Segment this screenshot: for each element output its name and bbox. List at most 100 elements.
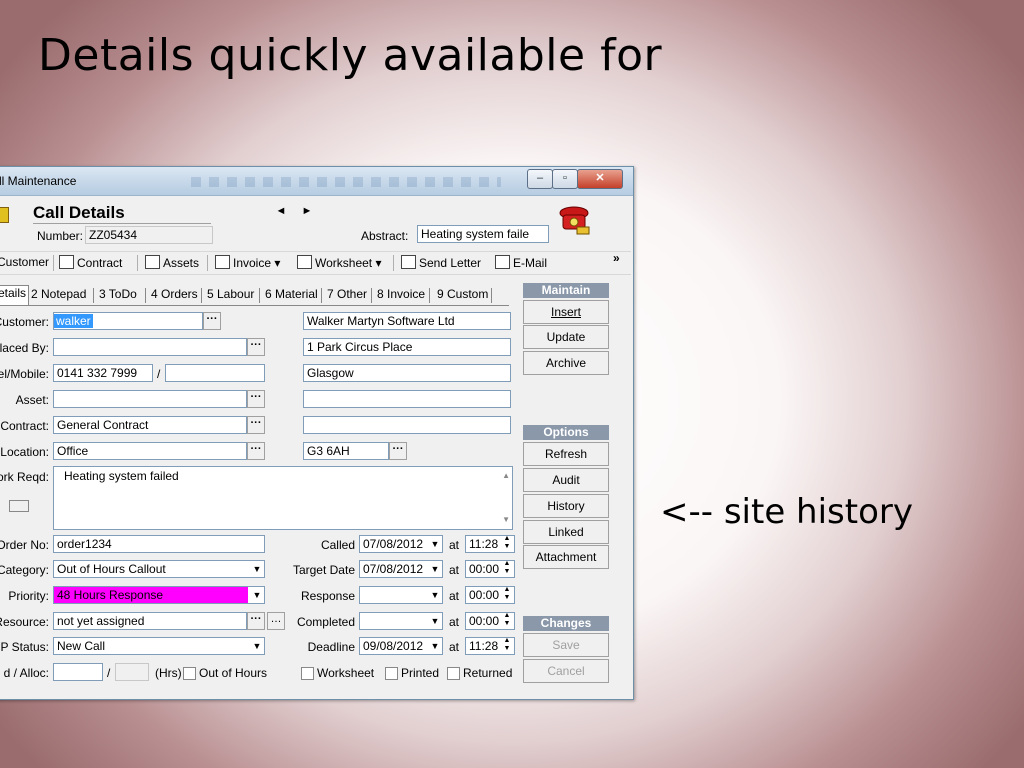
target-date-label: Target Date <box>292 563 355 577</box>
tab-labour[interactable]: 5 Labour <box>207 287 254 301</box>
status-dropdown-icon[interactable]: ▼ <box>249 638 265 654</box>
attachment-button[interactable]: Attachment <box>523 545 609 569</box>
toolbar-worksheet-button[interactable]: Worksheet ▾ <box>297 255 382 270</box>
scroll-down-icon[interactable]: ▼ <box>502 513 510 527</box>
category-dropdown-icon[interactable]: ▼ <box>249 561 265 577</box>
deadline-time-spinner-icon[interactable]: ▲ ▼ <box>501 637 513 655</box>
location-field[interactable]: Office <box>53 442 247 460</box>
audit-button-label: Audit <box>552 473 580 487</box>
previous-record-button[interactable]: ◄ <box>273 205 289 217</box>
priority-dropdown-icon[interactable]: ▼ <box>249 587 265 603</box>
window-titlebar[interactable]: ll Maintenance – ▫ ✕ <box>0 167 633 196</box>
address-line-4[interactable] <box>303 390 511 408</box>
tab-orders[interactable]: 4 Orders <box>151 287 198 301</box>
deadline-date-dropdown-icon[interactable]: ▼ <box>427 638 443 654</box>
toolbar-contract-button[interactable]: Contract <box>59 255 122 270</box>
tab-invoice[interactable]: 8 Invoice <box>377 287 425 301</box>
target-date-dropdown-icon[interactable]: ▼ <box>427 561 443 577</box>
category-select[interactable]: Out of Hours Callout <box>53 560 265 578</box>
scroll-up-icon[interactable]: ▲ <box>502 469 510 483</box>
telephone-icon <box>559 206 590 235</box>
completed-time-spinner-icon[interactable]: ▲ ▼ <box>501 612 513 630</box>
next-record-button[interactable]: ► <box>299 205 315 217</box>
called-at-label: at <box>449 538 460 552</box>
update-button-label: Update <box>546 330 586 344</box>
toolbar-customer-button[interactable]: Customer <box>0 255 49 269</box>
postcode-lookup-button[interactable]: ··· <box>389 442 407 460</box>
asset-lookup-button[interactable]: ··· <box>247 390 265 408</box>
work-reqd-textarea[interactable]: Heating system failed ▲ ▼ <box>53 466 513 530</box>
archive-button[interactable]: Archive <box>523 351 609 375</box>
order-no-field[interactable]: order1234 <box>53 535 265 553</box>
postcode-field[interactable]: G3 6AH <box>303 442 389 460</box>
address-line-3[interactable]: Glasgow <box>303 364 511 382</box>
linked-button[interactable]: Linked <box>523 520 609 544</box>
customer-field[interactable]: walker <box>53 312 203 330</box>
close-button[interactable]: ✕ <box>577 169 623 189</box>
location-lookup-button[interactable]: ··· <box>247 442 265 460</box>
category-label: Category: <box>0 563 49 577</box>
tab-other[interactable]: 7 Other <box>327 287 367 301</box>
abstract-field[interactable]: Heating system faile <box>417 225 549 243</box>
tab-todo[interactable]: 3 ToDo <box>99 287 137 301</box>
completed-date-dropdown-icon[interactable]: ▼ <box>427 613 443 629</box>
address-line-5[interactable] <box>303 416 511 434</box>
placed-by-field[interactable] <box>53 338 247 356</box>
called-date-dropdown-icon[interactable]: ▼ <box>427 536 443 552</box>
tab-details[interactable]: etails <box>0 285 30 305</box>
address-line-1[interactable]: Walker Martyn Software Ltd <box>303 312 511 330</box>
work-reqd-button[interactable] <box>9 500 29 512</box>
returned-checkbox[interactable] <box>447 667 460 680</box>
worksheet-checkbox[interactable] <box>301 667 314 680</box>
refresh-button[interactable]: Refresh <box>523 442 609 466</box>
update-button[interactable]: Update <box>523 325 609 349</box>
history-button[interactable]: History <box>523 494 609 518</box>
changes-header: Changes <box>523 616 609 631</box>
minimize-button[interactable]: – <box>527 169 553 189</box>
asset-field[interactable] <box>53 390 247 408</box>
deadline-at-label: at <box>449 640 460 654</box>
address-line-2[interactable]: 1 Park Circus Place <box>303 338 511 356</box>
telephone-field[interactable]: 0141 332 7999 <box>53 364 153 382</box>
target-time-spinner-icon[interactable]: ▲ ▼ <box>501 560 513 578</box>
insert-button-label: Insert <box>550 305 581 319</box>
printed-checkbox[interactable] <box>385 667 398 680</box>
customer-value: walker <box>54 314 93 328</box>
resource-lookup-button[interactable]: ··· <box>247 612 265 630</box>
status-select[interactable]: New Call <box>53 637 265 655</box>
response-time-spinner-icon[interactable]: ▲ ▼ <box>501 586 513 604</box>
save-button-label: Save <box>552 638 580 652</box>
assets-icon <box>145 255 160 269</box>
toolbar-invoice-button[interactable]: Invoice ▾ <box>215 255 280 270</box>
email-label: E-Mail <box>513 256 548 270</box>
tab-custom[interactable]: 9 Custom <box>437 287 488 301</box>
tab-notepad[interactable]: 2 Notepad <box>31 287 86 301</box>
placed-by-lookup-button[interactable]: ··· <box>247 338 265 356</box>
alloc-required-field[interactable] <box>53 663 103 681</box>
response-date-dropdown-icon[interactable]: ▼ <box>427 587 443 603</box>
toolbar-assets-button[interactable]: Assets <box>145 255 199 270</box>
contract-field[interactable]: General Contract <box>53 416 247 434</box>
toolbar: Customer Contract Assets Invoice ▾ Works… <box>0 251 631 275</box>
save-button[interactable]: Save <box>523 633 609 657</box>
contract-lookup-button[interactable]: ··· <box>247 416 265 434</box>
cancel-button[interactable]: Cancel <box>523 659 609 683</box>
maximize-button[interactable]: ▫ <box>552 169 578 189</box>
tab-material[interactable]: 6 Material <box>265 287 318 301</box>
mobile-field[interactable] <box>165 364 265 382</box>
insert-button[interactable]: Insert <box>523 300 609 324</box>
toolbar-overflow-button[interactable]: » <box>613 251 620 265</box>
priority-select[interactable]: 48 Hours Response <box>53 586 265 604</box>
audit-button[interactable]: Audit <box>523 468 609 492</box>
slide-title: Details quickly available for <box>38 30 663 81</box>
called-time-spinner-icon[interactable]: ▲ ▼ <box>501 535 513 553</box>
out-of-hours-checkbox[interactable] <box>183 667 196 680</box>
resource-field[interactable]: not yet assigned <box>53 612 247 630</box>
refresh-button-label: Refresh <box>544 447 588 461</box>
abstract-label: Abstract: <box>361 229 409 243</box>
contract-label: Contract: <box>0 419 49 433</box>
toolbar-email-button[interactable]: E-Mail <box>495 255 547 270</box>
invoice-label: Invoice <box>233 256 272 270</box>
customer-lookup-button[interactable]: ··· <box>203 312 221 330</box>
toolbar-send-letter-button[interactable]: Send Letter <box>401 255 481 270</box>
